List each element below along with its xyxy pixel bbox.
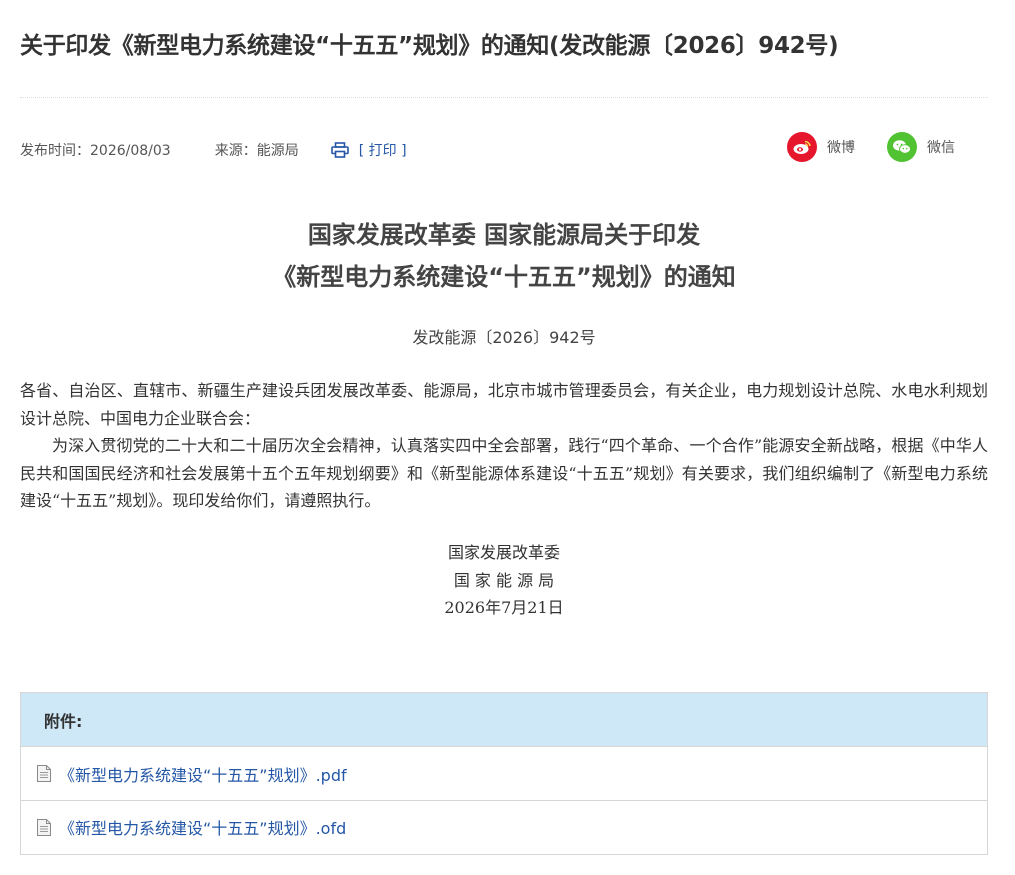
document-number: 发改能源〔2026〕942号 <box>412 328 596 347</box>
document-heading-line-2: 《新型电力系统建设“十五五”规划》的通知 <box>272 263 736 291</box>
document-heading: 国家发展改革委 国家能源局关于印发 《新型电力系统建设“十五五”规划》的通知 <box>0 214 1008 298</box>
title-divider <box>20 97 988 98</box>
weibo-icon <box>787 132 817 162</box>
wechat-icon <box>887 132 917 162</box>
attachments-panel: 附件: 《新型电力系统建设“十五五”规划》.pdf 《新型电力系统建设“十五五”… <box>20 692 988 855</box>
attachment-label: 《新型电力系统建设“十五五”规划》.pdf <box>59 765 347 785</box>
signature-date: 2026年7月21日 <box>444 598 564 617</box>
article-title: 关于印发《新型电力系统建设“十五五”规划》的通知(发改能源〔2026〕942号) <box>20 33 839 59</box>
file-icon <box>37 818 51 836</box>
article-source: 来源：能源局 <box>214 143 299 159</box>
document-heading-line-1: 国家发展改革委 国家能源局关于印发 <box>307 221 701 249</box>
attachment-link-pdf[interactable]: 《新型电力系统建设“十五五”规划》.pdf <box>21 747 987 800</box>
document-body: 各省、自治区、直辖市、新疆生产建设兵团发展改革委、能源局，北京市城市管理委员会，… <box>20 377 988 515</box>
article-meta: 发布时间：2026/08/03 来源：能源局 [ 打印 ] <box>20 140 407 160</box>
attachments-header: 附件: <box>21 693 987 747</box>
share-wechat-button[interactable]: 微信 <box>887 131 955 163</box>
body-paragraph: 为深入贯彻党的二十大和二十届历次全会精神，认真落实四中全会部署，践行“四个革命、… <box>20 436 988 510</box>
print-link[interactable]: [ 打印 ] <box>330 140 407 160</box>
print-label: [ 打印 ] <box>358 143 407 159</box>
share-weibo-label: 微博 <box>827 140 855 156</box>
signature-block: 国家发展改革委 国 家 能 源 局 2026年7月21日 <box>0 539 1008 622</box>
signatory-nea: 国 家 能 源 局 <box>453 570 555 590</box>
share-weibo-button[interactable]: 微博 <box>787 131 855 163</box>
signatory-ndrc: 国家发展改革委 <box>447 543 560 562</box>
addressees: 各省、自治区、直辖市、新疆生产建设兵团发展改革委、能源局，北京市城市管理委员会，… <box>20 381 988 428</box>
publish-time: 发布时间：2026/08/03 <box>20 143 171 159</box>
file-icon <box>37 765 51 782</box>
share-wechat-label: 微信 <box>927 140 955 156</box>
attachment-label: 《新型电力系统建设“十五五”规划》.ofd <box>59 819 347 838</box>
print-icon <box>330 142 349 158</box>
attachment-link-ofd[interactable]: 《新型电力系统建设“十五五”规划》.ofd <box>21 800 987 853</box>
